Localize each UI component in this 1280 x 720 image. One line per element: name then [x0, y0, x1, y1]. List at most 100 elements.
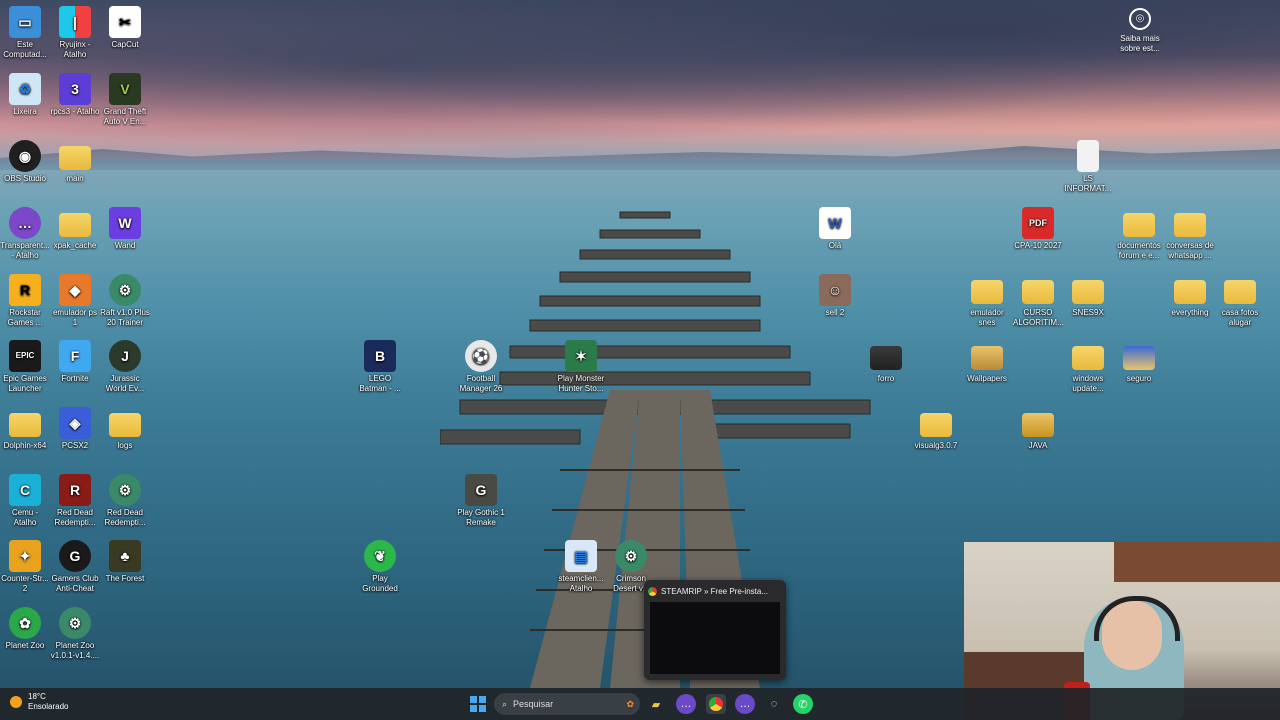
desktop-icon-computer[interactable]: ▭ Este Computad...: [0, 6, 50, 60]
folder-icon: [59, 213, 91, 237]
taskbar-search[interactable]: ⌕ Pesquisar ✿: [494, 693, 640, 715]
desktop-icon-gta[interactable]: V Grand Theft Auto V En...: [100, 73, 150, 127]
icon-label: CPA-10 2027: [1014, 241, 1062, 250]
windows-icon: [470, 696, 486, 712]
chat-icon: …: [739, 698, 751, 710]
chrome-icon: [648, 586, 657, 596]
desktop-icon-emulador-snes[interactable]: emulador snes: [962, 274, 1012, 328]
desktop-icon-lego-batman[interactable]: B LEGO Batman - ...: [355, 340, 405, 394]
capcut-icon: ✂: [109, 6, 141, 38]
icon-label: everything: [1171, 308, 1209, 317]
icon-label: JAVA: [1028, 441, 1048, 450]
desktop-icon-raft-trainer[interactable]: ⚙ Raft v1.0 Plus 20 Trainer: [100, 274, 150, 328]
desktop-icon-capcut[interactable]: ✂ CapCut: [100, 6, 150, 50]
desktop-icon-cemu[interactable]: C Cemu - Atalho: [0, 474, 50, 528]
cemu-icon: C: [9, 474, 41, 506]
desktop-icon-rdr[interactable]: R Red Dead Redempti...: [50, 474, 100, 528]
icon-label: Ryujinx - Atalho: [59, 40, 91, 59]
desktop-icon-theforest[interactable]: ♣ The Forest: [100, 540, 150, 584]
icon-label: visualg3.0.7: [914, 441, 958, 450]
jurassic-icon: J: [109, 340, 141, 372]
desktop-icon-seguro[interactable]: seguro: [1114, 340, 1164, 384]
learn-more-widget[interactable]: ◎ Saiba mais sobre est...: [1114, 8, 1166, 54]
icon-label: rpcs3 - Atalho: [50, 107, 100, 116]
desktop-icon-gothic[interactable]: G Play Gothic 1 Remake: [456, 474, 506, 528]
desktop-icon-ola[interactable]: W Olá: [810, 207, 860, 251]
desktop-icon-ls-informat[interactable]: LS INFORMAT...: [1063, 140, 1113, 194]
icon-label: PCSX2: [61, 441, 89, 450]
obs-taskbar-button[interactable]: ◌: [764, 694, 784, 714]
desktop-icon-windows-update[interactable]: windows update...: [1063, 340, 1113, 394]
icon-label: Lixeira: [13, 107, 37, 116]
weather-widget[interactable]: 18°C Ensolarado: [10, 692, 68, 712]
desktop-icon-casa-fotos[interactable]: casa fotos alugar: [1215, 274, 1265, 328]
desktop-icon-everything[interactable]: everything: [1165, 274, 1215, 318]
desktop-icon-ryujinx[interactable]: | Ryujinx - Atalho: [50, 6, 100, 60]
desktop-icon-transparent[interactable]: … Transparent... - Atalho: [0, 207, 50, 261]
desktop-icon-logs[interactable]: logs: [100, 407, 150, 451]
desktop-icon-rdr-trainer[interactable]: ⚙ Red Dead Redempti...: [100, 474, 150, 528]
desktop-icon-monster-hunter[interactable]: ✶ Play Monster Hunter Sto...: [556, 340, 606, 394]
folder-icon: [1022, 280, 1054, 304]
wand-icon: W: [109, 207, 141, 239]
desktop-icon-fortnite[interactable]: F Fortnite: [50, 340, 100, 384]
monster-icon: ✶: [565, 340, 597, 372]
file-explorer-button[interactable]: ▰: [646, 694, 666, 714]
desktop-icon-java[interactable]: JAVA: [1013, 407, 1063, 451]
desktop-icon-obs[interactable]: ◉ OBS Studio: [0, 140, 50, 184]
desktop-icon-recycle-bin[interactable]: ♻ Lixeira: [0, 73, 50, 117]
desktop-icon-wand[interactable]: W Wand: [100, 207, 150, 251]
steam-icon: ▤: [565, 540, 597, 572]
desktop-icon-pcsx2[interactable]: ◈ PCSX2: [50, 407, 100, 451]
webcam-headset: [1094, 596, 1180, 641]
desktop-icon-epic[interactable]: EPIC Epic Games Launcher: [0, 340, 50, 394]
desktop-icon-wallpapers[interactable]: Wallpapers: [962, 340, 1012, 384]
whatsapp-icon: ✆: [798, 698, 808, 711]
pcsx2-icon: ◈: [59, 407, 91, 439]
icon-label: windows update...: [1072, 374, 1104, 393]
icon-label: LS INFORMAT...: [1064, 174, 1112, 193]
taskbar-window-preview[interactable]: STEAMRIP » Free Pre-insta...: [644, 580, 786, 680]
desktop-icon-jurassic[interactable]: J Jurassic World Ev...: [100, 340, 150, 394]
desktop-icon-conversas[interactable]: conversas de whatsapp ...: [1165, 207, 1215, 261]
folder-icon: ▰: [651, 698, 661, 711]
desktop-icon-rockstar[interactable]: R Rockstar Games ...: [0, 274, 50, 328]
rpcs3-icon: 3: [59, 73, 91, 105]
desktop-icon-snes9x[interactable]: SNES9X: [1063, 274, 1113, 318]
desktop-icon-documentos[interactable]: documentos forum e e...: [1114, 207, 1164, 261]
desktop-icon-steamclient[interactable]: ▤ steamclien... Atalho: [556, 540, 606, 594]
desktop-icon-emulador-ps1[interactable]: ◆ emulador ps 1: [50, 274, 100, 328]
desktop-icon-curso[interactable]: CURSO ALGORITIM...: [1013, 274, 1063, 328]
icon-label: Este Computad...: [3, 40, 47, 59]
desktop-icon-rpcs3[interactable]: 3 rpcs3 - Atalho: [50, 73, 100, 117]
desktop-icon-visualg[interactable]: visualg3.0.7: [911, 407, 961, 451]
ryujinx-icon: |: [59, 6, 91, 38]
icon-label: seguro: [1126, 374, 1152, 383]
chrome-button[interactable]: [706, 694, 726, 714]
desktop-icon-football-manager[interactable]: ⚽ Football Manager 26: [456, 340, 506, 394]
desktop-icon-dolphin[interactable]: Dolphin-x64: [0, 407, 50, 451]
icon-label: sell 2: [825, 308, 845, 317]
desktop-icon-cpa[interactable]: PDF CPA-10 2027: [1013, 207, 1063, 251]
desktop-icon-sell2[interactable]: ☺ sell 2: [810, 274, 860, 318]
desktop-icon-main[interactable]: main: [50, 140, 100, 184]
desktop-icon-grounded[interactable]: ❦ Play Grounded: [355, 540, 405, 594]
desktop-icon-xpak[interactable]: xpak_cache: [50, 207, 100, 251]
desktop-icon-forro[interactable]: forro: [861, 340, 911, 384]
chat-app-2-button[interactable]: …: [735, 694, 755, 714]
icon-label: documentos forum e e...: [1117, 241, 1161, 260]
chat-app-button[interactable]: …: [676, 694, 696, 714]
folder-icon: [920, 413, 952, 437]
desktop-icon-cs2[interactable]: ✦ Counter-Str... 2: [0, 540, 50, 594]
icon-label: Transparent... - Atalho: [0, 241, 50, 260]
whatsapp-button[interactable]: ✆: [793, 694, 813, 714]
preview-thumbnail: [650, 602, 780, 674]
desktop-icon-planetzoo-trainer[interactable]: ⚙ Planet Zoo v1.0.1-v1.4....: [50, 607, 100, 661]
icon-label: Raft v1.0 Plus 20 Trainer: [100, 308, 150, 327]
start-button[interactable]: [468, 694, 488, 714]
desktop-icon-gamersclub[interactable]: G Gamers Club Anti-Cheat: [50, 540, 100, 594]
icon-label: Olá: [828, 241, 842, 250]
icon-label: Red Dead Redempti...: [104, 508, 146, 527]
word-icon: W: [819, 207, 851, 239]
desktop-icon-planetzoo[interactable]: ✿ Planet Zoo: [0, 607, 50, 651]
